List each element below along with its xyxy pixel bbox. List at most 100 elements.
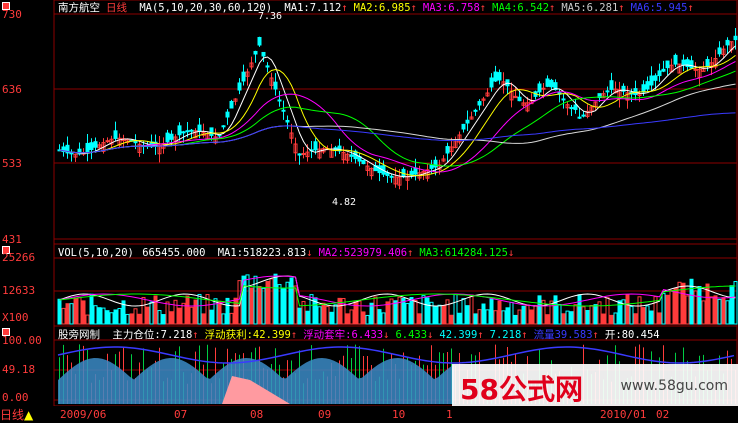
candle-body — [413, 167, 418, 175]
volume-bar — [73, 297, 78, 325]
indicator-value: MA4:6.542↑ — [492, 2, 556, 14]
candle-body — [229, 100, 234, 109]
candle-body — [237, 82, 242, 91]
volume-bar — [645, 305, 650, 325]
volume-bar — [101, 307, 106, 325]
indicator-value: 流量39.583↑ — [533, 329, 599, 341]
volume-bar — [469, 294, 474, 325]
volume-bar — [701, 300, 706, 325]
indicator-value: MA2:523979.406↑ — [318, 247, 414, 259]
candle-body — [497, 72, 502, 81]
candle-body — [653, 75, 658, 81]
volume-bar — [209, 309, 214, 325]
volume-bar — [421, 295, 426, 325]
volume-bar — [321, 302, 326, 325]
volume-bar — [261, 287, 266, 325]
volume-bar — [721, 297, 726, 325]
volume-bar — [501, 310, 506, 325]
volume-bar — [557, 304, 562, 325]
indicator-axis-label: 100.00 — [2, 334, 42, 347]
volume-bar — [89, 293, 94, 325]
volume-bar — [289, 277, 294, 325]
indicator-values: 主力仓位:7.218↑ 浮动获利:42.399↑ 浮动套牢:6.433↓ 6.433↓… — [112, 329, 665, 341]
volume-bar — [433, 305, 438, 325]
volume-bar — [597, 301, 602, 325]
volume-bar — [169, 311, 174, 325]
date-tick: 08 — [250, 408, 264, 421]
volume-bar — [345, 313, 350, 325]
date-tick: 2009/06 — [60, 408, 107, 421]
volume-bar — [81, 300, 86, 325]
volume-bar — [649, 310, 654, 325]
indicator-value: MA1:7.112↑ — [284, 2, 348, 14]
volume-bar — [461, 298, 466, 325]
indicator-value: 7.218↑ — [489, 329, 528, 341]
watermark-title: 58公式网 — [460, 373, 583, 406]
volume-bar — [409, 297, 414, 325]
volume-bar — [393, 300, 398, 325]
candle-body — [165, 132, 170, 143]
volume-bar — [397, 296, 402, 325]
volume-bar — [301, 301, 306, 325]
candle-body — [665, 60, 670, 69]
volume-bar — [117, 308, 122, 325]
candle-body — [301, 153, 306, 156]
indicator-name: 股旁网制 — [58, 329, 100, 341]
chart-canvas[interactable] — [0, 0, 738, 423]
candle-body — [549, 79, 554, 88]
volume-bar — [685, 295, 690, 325]
volume-bar — [517, 309, 522, 325]
candle-body — [717, 47, 722, 55]
candle-body — [281, 109, 286, 112]
indicator-value: MA1:518223.813↓ — [217, 247, 313, 259]
volume-bar — [413, 300, 418, 325]
volume-bar — [285, 281, 290, 325]
candle-body — [433, 159, 438, 168]
candle-body — [297, 153, 302, 156]
volume-bar — [593, 304, 598, 325]
volume-bar — [673, 287, 678, 325]
volume-bar — [473, 313, 478, 325]
volume-bar — [129, 313, 134, 325]
candle-body — [185, 130, 190, 133]
volume-bar — [173, 299, 178, 325]
volume-bar — [193, 299, 198, 325]
volume-bar — [437, 304, 442, 325]
main-panel-frame — [53, 0, 738, 245]
candle-body — [361, 160, 366, 165]
volume-bar — [509, 301, 514, 325]
indicator-axis-label: 49.18 — [2, 363, 36, 376]
candle-body — [545, 78, 550, 87]
candle-body — [209, 127, 214, 136]
volume-bar — [513, 314, 518, 325]
volume-bar — [201, 313, 206, 325]
volume-bar — [425, 297, 430, 325]
ma-values: MA1:7.112↑ MA2:6.985↑ MA3:6.758↑ MA4:6.542↑… — [284, 2, 699, 14]
candle-body — [177, 125, 182, 136]
candle-body — [581, 114, 586, 117]
volume-bar — [669, 289, 674, 325]
high-price-annotation: 7.36 — [258, 11, 283, 22]
volume-bar — [565, 310, 570, 325]
volume-bar — [613, 312, 618, 325]
volume-bar — [377, 309, 382, 325]
volume-bar — [125, 313, 130, 325]
volume-bar — [281, 287, 286, 325]
volume-bar — [529, 309, 534, 325]
candle-body — [285, 119, 290, 123]
period-tab[interactable]: 日线▲ — [0, 406, 34, 423]
volume-bar — [545, 314, 550, 325]
volume-bar — [273, 273, 278, 325]
candle-body — [105, 140, 110, 143]
volume-bar — [297, 307, 302, 325]
volume-bar — [561, 313, 566, 325]
volume-bar — [457, 312, 462, 325]
volume-bar — [609, 314, 614, 325]
volume-bar — [109, 312, 114, 325]
candle-body — [349, 154, 354, 157]
volume-bar — [533, 304, 538, 325]
price-axis-label: 431 — [2, 233, 22, 246]
stock-name: 南方航空 — [58, 2, 100, 14]
indicator-value: MA3:6.758↑ — [422, 2, 487, 14]
volume-bar — [65, 303, 70, 325]
